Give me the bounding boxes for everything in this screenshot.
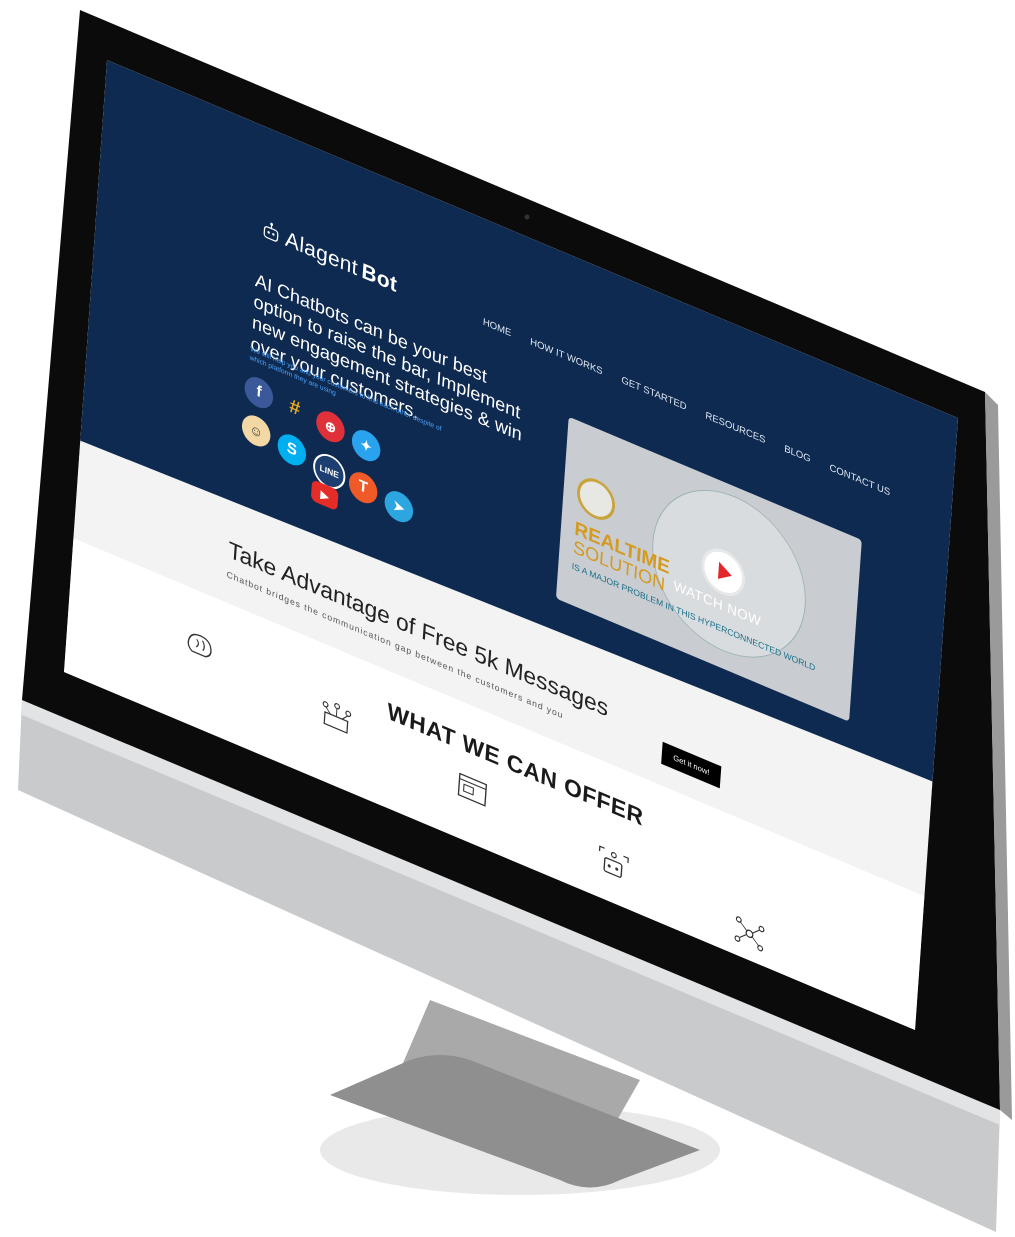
telegram-app-icon[interactable]: T [347,467,379,509]
twitter-icon[interactable]: ✦ [350,425,382,466]
website-screen: Alagent Bot HOME HOW IT WORKS GET STARTED… [63,60,959,1031]
clock-icon [575,471,617,527]
screen-area: Alagent Bot HOME HOW IT WORKS GET STARTED… [0,0,1015,1237]
twilio-icon[interactable]: ⊕ [315,406,346,448]
mailchimp-icon[interactable]: ☺ [240,410,272,452]
telegram-icon[interactable]: ➤ [383,486,415,528]
skype-icon[interactable]: S [276,429,308,471]
get-it-now-button[interactable]: Get it now! [661,741,722,789]
